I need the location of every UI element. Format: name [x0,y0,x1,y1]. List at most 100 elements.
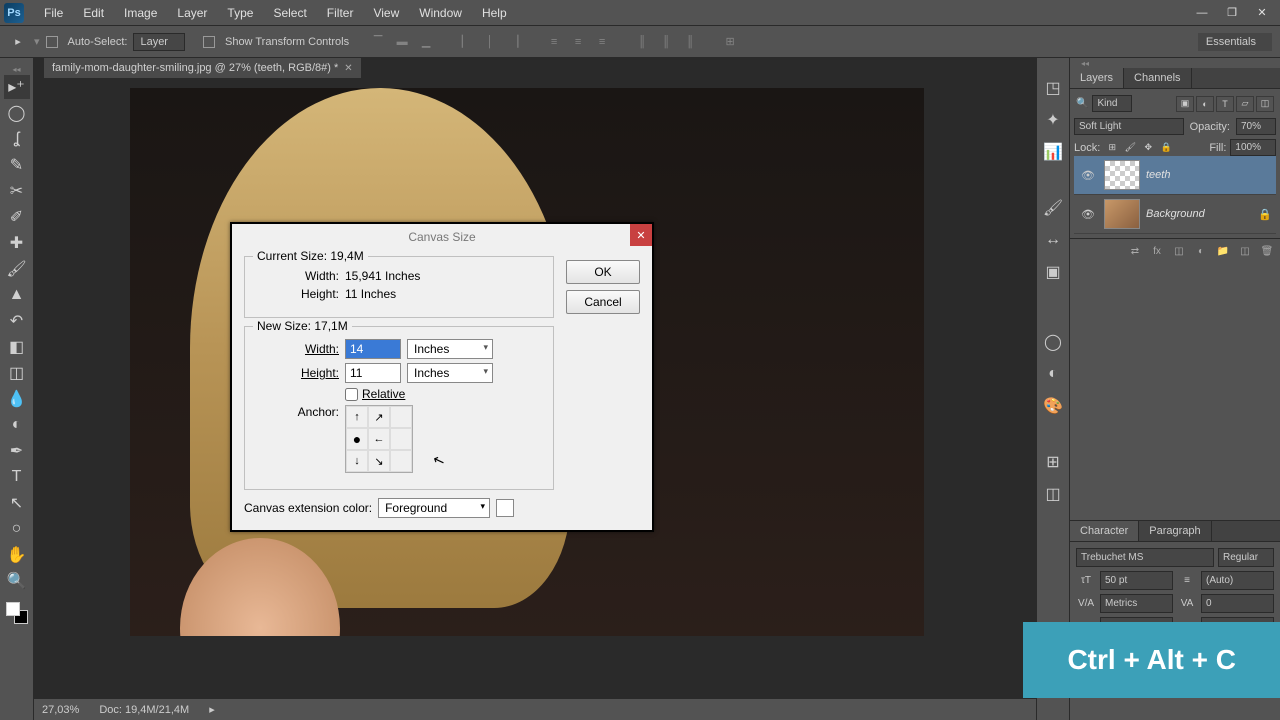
adjustments-panel-icon[interactable]: ◐ [1041,362,1065,386]
lock-paint-icon[interactable]: 🖌 [1122,140,1138,156]
width-unit-dropdown[interactable]: Inches [407,339,493,359]
crop-tool[interactable]: ✂ [4,179,30,203]
history-panel-icon[interactable]: ◳ [1041,76,1065,100]
fg-color-swatch[interactable] [6,602,20,616]
eyedropper-tool[interactable]: ✐ [4,205,30,229]
layer-filter-kind[interactable]: Kind [1092,95,1132,112]
swatches-panel-icon[interactable]: ◯ [1041,330,1065,354]
align-top-icon[interactable]: ▔ [367,31,389,53]
new-width-input[interactable]: 14 [345,339,401,359]
anchor-b[interactable]: ↘ [368,450,390,472]
menu-type[interactable]: Type [217,2,263,24]
shape-tool[interactable]: ○ [4,517,30,541]
filter-smart-icon[interactable]: ◫ [1256,96,1274,112]
show-transform-checkbox[interactable] [203,36,215,48]
path-select-tool[interactable]: ↖ [4,491,30,515]
layer-thumbnail[interactable] [1104,199,1140,229]
anchor-t[interactable]: ↗ [368,406,390,428]
lock-all-icon[interactable]: 🔒 [1158,140,1174,156]
lock-trans-icon[interactable]: ⊞ [1104,140,1120,156]
link-layers-icon[interactable]: ⇄ [1126,243,1144,259]
masks-panel-icon[interactable]: ◫ [1041,482,1065,506]
align-right-icon[interactable]: ▕ [503,31,525,53]
fill-input[interactable]: 100% [1230,139,1276,156]
font-size-input[interactable]: 50 pt [1100,571,1173,590]
align-bottom-icon[interactable]: ▁ [415,31,437,53]
blend-mode-dropdown[interactable]: Soft Light [1074,118,1184,135]
opacity-input[interactable]: 70% [1236,118,1276,135]
type-tool[interactable]: T [4,465,30,489]
tracking-input[interactable]: 0 [1201,594,1274,613]
extension-color-dropdown[interactable]: Foreground [378,498,490,518]
filter-shape-icon[interactable]: ▱ [1236,96,1254,112]
layer-name[interactable]: Background [1146,208,1205,220]
font-family-dropdown[interactable]: Trebuchet MS [1076,548,1214,567]
menu-layer[interactable]: Layer [167,2,217,24]
close-tab-icon[interactable]: ✕ [344,63,352,74]
menu-file[interactable]: File [34,2,73,24]
adjustment-layer-icon[interactable]: ◐ [1192,243,1210,259]
close-window-button[interactable]: ✕ [1248,3,1276,23]
history-brush-tool[interactable]: ↶ [4,309,30,333]
lasso-tool[interactable]: ʆ [4,127,30,151]
layer-name[interactable]: teeth [1146,169,1170,181]
distribute-bottom-icon[interactable]: ≡ [591,31,613,53]
distribute-hcenter-icon[interactable]: ║ [655,31,677,53]
anchor-tr[interactable] [390,406,412,428]
dodge-tool[interactable]: ◐ [4,413,30,437]
menu-edit[interactable]: Edit [73,2,114,24]
align-left-icon[interactable]: ▏ [455,31,477,53]
zoom-level[interactable]: 27,03% [42,704,79,716]
anchor-c[interactable]: ← [368,428,390,450]
dialog-close-button[interactable]: ✕ [630,224,652,246]
height-unit-dropdown[interactable]: Inches [407,363,493,383]
distribute-left-icon[interactable]: ║ [631,31,653,53]
menu-help[interactable]: Help [472,2,517,24]
kerning-input[interactable]: Metrics [1100,594,1173,613]
layer-item[interactable]: 👁 Background 🔒 [1074,195,1276,234]
maximize-button[interactable]: ❐ [1218,3,1246,23]
brushes-panel-icon[interactable]: ⊞ [1041,450,1065,474]
menu-filter[interactable]: Filter [317,2,364,24]
visibility-icon[interactable]: 👁 [1081,169,1095,182]
hand-tool[interactable]: ✋ [4,543,30,567]
layer-mask-icon[interactable]: ◫ [1170,243,1188,259]
layer-thumbnail[interactable] [1104,160,1140,190]
align-vcenter-icon[interactable]: ▬ [391,31,413,53]
character-tab[interactable]: Character [1070,521,1139,541]
menu-window[interactable]: Window [409,2,472,24]
minimize-button[interactable]: — [1188,3,1216,23]
status-arrow-icon[interactable]: ▸ [209,703,215,716]
zoom-tool[interactable]: 🔍 [4,569,30,593]
extension-color-swatch[interactable] [496,499,514,517]
layer-item[interactable]: 👁 teeth [1074,156,1276,195]
anchor-l[interactable]: ● [346,428,368,450]
new-height-input[interactable]: 11 [345,363,401,383]
anchor-br[interactable] [390,450,412,472]
info-panel-icon[interactable]: 📊 [1041,140,1065,164]
anchor-tl[interactable]: ↑ [346,406,368,428]
layers-tab[interactable]: Layers [1070,68,1124,88]
filter-adjust-icon[interactable]: ◐ [1196,96,1214,112]
clone-panel-icon[interactable]: ▣ [1041,260,1065,284]
toolbar-handle-icon[interactable]: ◂◂ [0,64,34,74]
menu-select[interactable]: Select [263,2,316,24]
stamp-tool[interactable]: ▲ [4,283,30,307]
menu-view[interactable]: View [363,2,409,24]
auto-align-icon[interactable]: ⊞ [719,31,741,53]
paragraph-tab[interactable]: Paragraph [1139,521,1211,541]
menu-image[interactable]: Image [114,2,167,24]
eraser-tool[interactable]: ◧ [4,335,30,359]
ok-button[interactable]: OK [566,260,640,284]
channels-tab[interactable]: Channels [1124,68,1191,88]
move-tool[interactable]: ▸⁺ [4,75,30,99]
distribute-vcenter-icon[interactable]: ≡ [567,31,589,53]
distribute-top-icon[interactable]: ≡ [543,31,565,53]
panel-collapse-icon[interactable]: ◂◂ [1070,58,1104,68]
anchor-r[interactable] [390,428,412,450]
new-layer-icon[interactable]: ◫ [1236,243,1254,259]
lock-pos-icon[interactable]: ✥ [1140,140,1156,156]
brush-tool[interactable]: 🖌 [4,257,30,281]
auto-select-checkbox[interactable] [46,36,58,48]
visibility-icon[interactable]: 👁 [1081,208,1095,221]
